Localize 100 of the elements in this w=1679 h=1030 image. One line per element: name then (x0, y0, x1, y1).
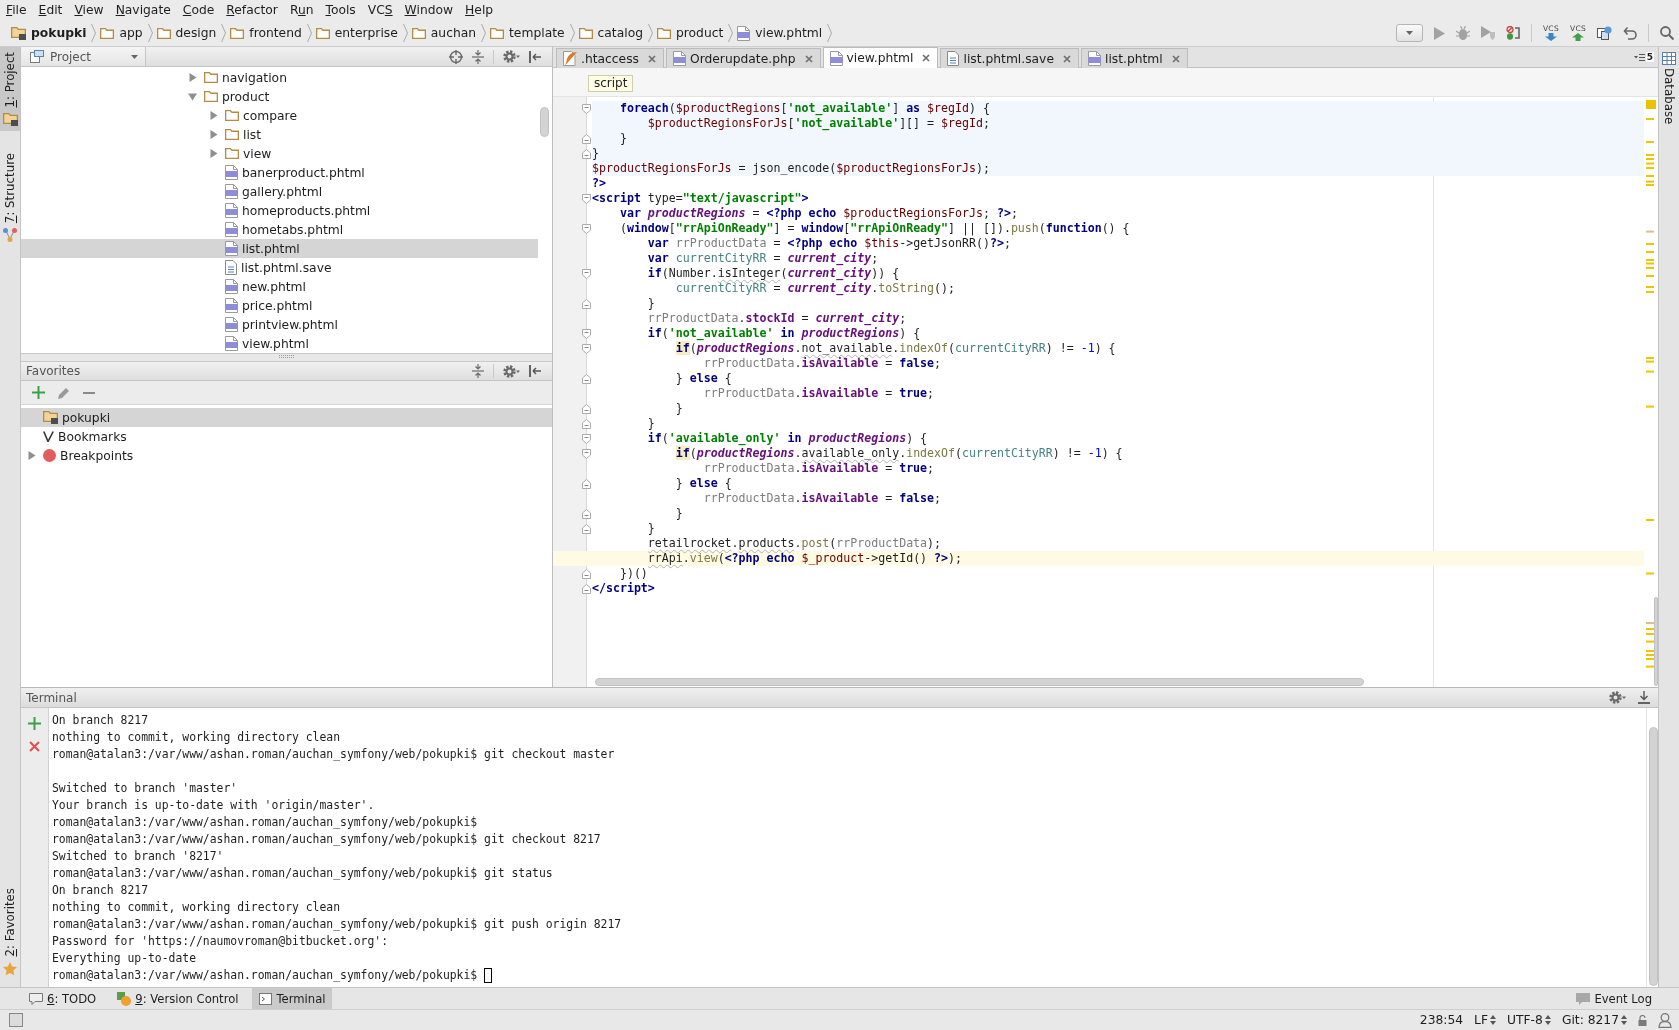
breadcrumb-item[interactable]: template (489, 23, 566, 43)
fold-marker-icon[interactable] (582, 523, 591, 534)
tree-arrow-icon[interactable] (209, 149, 218, 158)
editor-tab[interactable]: .htaccess (556, 48, 664, 68)
crosshair-icon[interactable] (449, 49, 463, 64)
menu-item[interactable]: Navigate (109, 0, 177, 20)
close-icon[interactable] (804, 54, 813, 63)
fold-marker-icon[interactable] (582, 478, 591, 489)
play-shield-icon[interactable] (1480, 26, 1495, 40)
tree-item[interactable]: new.phtml (21, 277, 538, 296)
tree-item[interactable]: view (21, 144, 538, 163)
line-separator-widget[interactable]: LF (1474, 1013, 1496, 1027)
menu-item[interactable]: Run (283, 0, 320, 20)
vcs-branch-widget[interactable]: Git: 8217 (1561, 1013, 1627, 1027)
settings-icon[interactable] (503, 50, 520, 63)
arrow-down-bar-icon[interactable] (1638, 691, 1650, 704)
collapse-icon[interactable] (472, 49, 484, 64)
menu-item[interactable]: Help (459, 0, 500, 20)
tree-item[interactable]: list.phtml.save (21, 258, 538, 277)
pencil-icon[interactable] (58, 386, 70, 399)
close-icon[interactable] (29, 741, 40, 752)
lock-icon[interactable] (1638, 1014, 1647, 1026)
breadcrumb-item[interactable]: app (99, 23, 144, 43)
tree-arrow-icon[interactable] (209, 111, 218, 120)
tree-item[interactable]: compare (21, 106, 538, 125)
search-icon[interactable] (1660, 26, 1674, 40)
view-selector[interactable]: Project (21, 47, 146, 66)
menu-item[interactable]: Refactor (220, 0, 284, 20)
encoding-widget[interactable]: UTF-8 (1507, 1013, 1551, 1027)
breadcrumb-item[interactable]: product (655, 23, 725, 43)
tree-item[interactable]: price.phtml (21, 296, 538, 315)
undo-icon[interactable] (1623, 26, 1637, 40)
fold-marker-icon[interactable] (582, 133, 591, 144)
scrollbar-thumb[interactable] (595, 678, 1364, 686)
fold-marker-icon[interactable] (582, 568, 591, 579)
fold-marker-icon[interactable] (582, 328, 591, 339)
tree-item[interactable]: hometabs.phtml (21, 220, 538, 239)
tree-item[interactable]: pokupki (21, 408, 552, 427)
fold-marker-icon[interactable] (582, 433, 591, 444)
fold-marker-icon[interactable] (582, 148, 591, 159)
breadcrumb-item[interactable]: view.phtml (736, 23, 824, 43)
tool-window-button[interactable]: 9: Version Control (110, 988, 246, 1009)
scrollbar-thumb[interactable] (1654, 597, 1658, 686)
fold-marker-icon[interactable] (582, 268, 591, 279)
add-icon[interactable] (28, 717, 41, 730)
scrollbar-thumb[interactable] (1649, 727, 1658, 986)
add-icon[interactable] (32, 386, 45, 399)
editor-tab[interactable]: list.phtml.save (940, 48, 1079, 68)
settings-icon[interactable] (1609, 691, 1626, 704)
fold-marker-icon[interactable] (582, 103, 591, 114)
menu-item[interactable]: File (0, 0, 33, 20)
editor-breadcrumb[interactable]: script (588, 75, 634, 92)
tree-arrow-icon[interactable] (27, 451, 36, 460)
editor-tab[interactable]: Orderupdate.php (665, 48, 821, 68)
tool-window-button[interactable]: Event Log (1569, 988, 1659, 1009)
breadcrumb-item[interactable]: auchan (410, 23, 478, 43)
tree-item[interactable]: list (21, 125, 538, 144)
fold-marker-icon[interactable] (582, 298, 591, 309)
fold-marker-icon[interactable] (582, 403, 591, 414)
menu-item[interactable]: Code (176, 0, 221, 20)
menu-item[interactable]: Edit (32, 0, 69, 20)
fold-marker-icon[interactable] (582, 418, 591, 429)
collapse-icon[interactable] (472, 364, 484, 378)
menu-item[interactable]: Window (398, 0, 460, 20)
breadcrumb-item[interactable]: enterprise (314, 23, 399, 43)
caret-position[interactable]: 238:54 (1419, 1013, 1464, 1027)
run-config-combobox[interactable] (1395, 24, 1423, 42)
settings-icon[interactable] (503, 364, 520, 378)
tree-item[interactable]: list.phtml (21, 239, 538, 258)
person-icon[interactable] (1658, 1012, 1672, 1028)
scrollbar-thumb[interactable] (540, 107, 549, 137)
fold-marker-icon[interactable] (582, 508, 591, 519)
tree-arrow-icon[interactable] (209, 130, 218, 139)
arrow-to-bar-icon[interactable] (529, 365, 541, 377)
tree-item[interactable]: product (21, 87, 538, 106)
tool-window-button[interactable]: Database (1659, 47, 1679, 130)
breadcrumb-item[interactable]: frontend (229, 23, 303, 43)
tree-item[interactable]: Breakpoints (21, 446, 552, 465)
editor-tab[interactable]: list.phtml (1080, 48, 1188, 68)
tool-window-button[interactable]: 2: Favorites (0, 883, 20, 981)
tree-item[interactable]: homeproducts.phtml (21, 201, 538, 220)
menu-item[interactable]: VCS (361, 0, 399, 20)
menu-item[interactable]: View (68, 0, 110, 20)
tree-item[interactable]: printview.phtml (21, 315, 538, 334)
fold-marker-icon[interactable] (582, 223, 591, 234)
tree-item[interactable]: banerproduct.phtml (21, 163, 538, 182)
close-icon[interactable] (647, 54, 656, 63)
fold-marker-icon[interactable] (582, 343, 591, 354)
fold-marker-icon[interactable] (582, 448, 591, 459)
minus-icon[interactable] (83, 391, 95, 394)
fold-marker-icon[interactable] (582, 583, 591, 594)
breadcrumb-item[interactable]: design (155, 23, 218, 43)
square-icon[interactable] (9, 1013, 23, 1027)
tree-arrow-icon[interactable] (188, 73, 197, 82)
tool-window-button[interactable]: 7: Structure (0, 147, 20, 247)
tree-item[interactable]: gallery.phtml (21, 182, 538, 201)
fold-marker-icon[interactable] (582, 193, 591, 204)
arrow-to-bar-icon[interactable] (529, 50, 541, 63)
tab-list-button[interactable]: 5 (1633, 52, 1654, 62)
tree-item[interactable]: Bookmarks (21, 427, 552, 446)
